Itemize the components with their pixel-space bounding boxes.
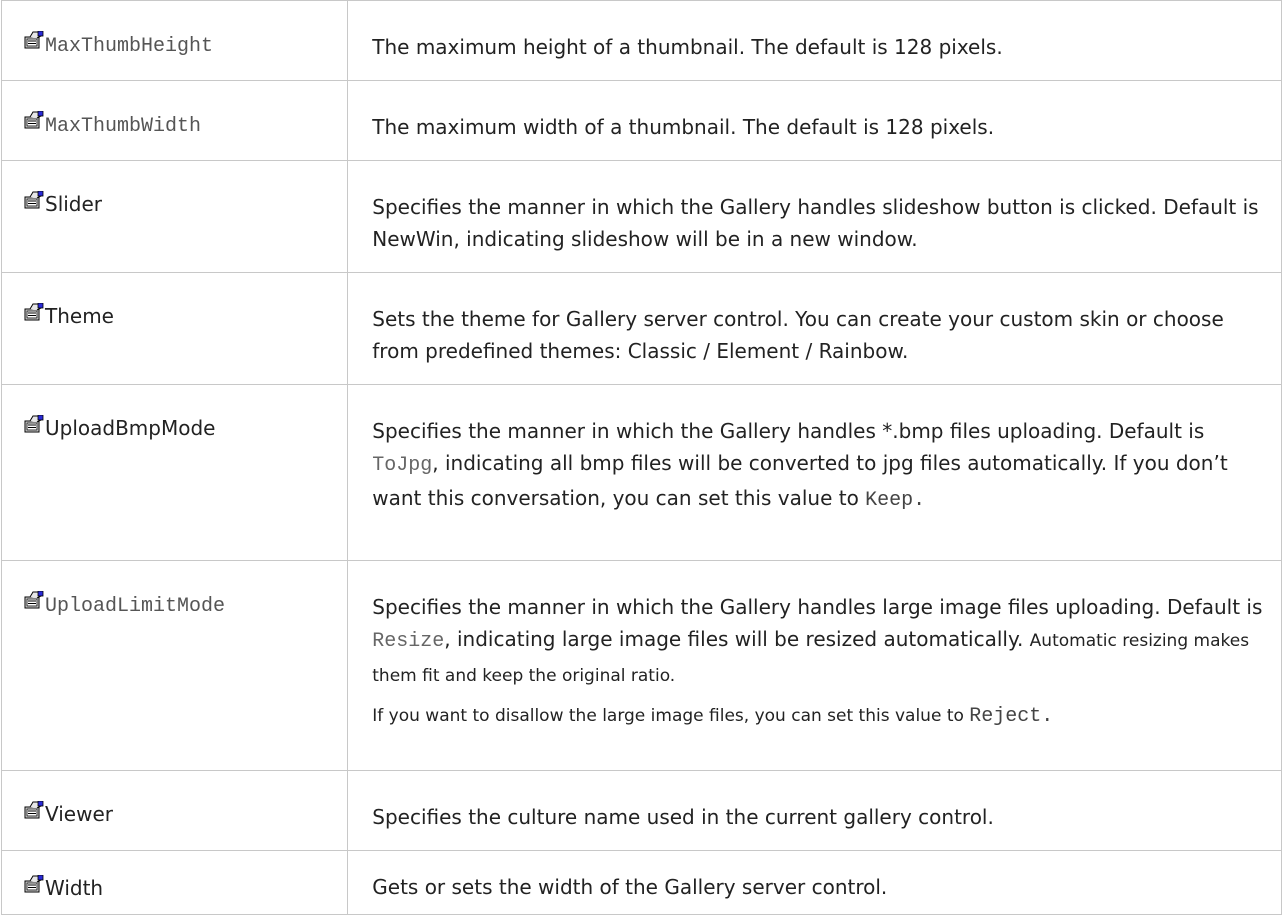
description-text: Sets the theme for Gallery server contro… (372, 307, 1224, 363)
table-row: Slider Specifies the manner in which the… (0, 160, 1282, 273)
code-value: Reject. (969, 705, 1054, 728)
property-description: Gets or sets the width of the Gallery se… (347, 850, 1282, 915)
properties-table: MaxThumbHeight The maximum height of a t… (0, 0, 1282, 915)
code-value: Resize (372, 630, 445, 653)
description-text: The maximum height of a thumbnail. The d… (372, 35, 1003, 59)
property-description: The maximum width of a thumbnail. The de… (347, 80, 1282, 161)
table-row: Width Gets or sets the width of the Gall… (0, 850, 1282, 915)
property-name: Viewer (45, 802, 113, 826)
property-icon (24, 415, 44, 433)
table-row: MaxThumbWidth The maximum width of a thu… (0, 80, 1282, 161)
property-icon (24, 31, 44, 49)
property-name: MaxThumbWidth (45, 115, 202, 138)
property-name: Theme (45, 304, 114, 328)
table-row: MaxThumbHeight The maximum height of a t… (0, 0, 1282, 81)
description-text: The maximum width of a thumbnail. The de… (372, 115, 995, 139)
table-row: UploadBmpMode Specifies the manner in wh… (0, 384, 1282, 561)
property-name-cell: Theme (0, 272, 349, 385)
property-description: Specifies the manner in which the Galler… (347, 160, 1282, 273)
description-text: Gets or sets the width of the Gallery se… (372, 875, 888, 899)
property-icon (24, 875, 44, 893)
property-icon (24, 191, 44, 209)
description-note: If you want to disallow the large image … (372, 706, 1269, 727)
description-text: Specifies the manner in which the Galler… (372, 195, 1259, 251)
note-text: If you want to disallow the large image … (372, 706, 970, 726)
property-icon (24, 801, 44, 819)
property-name-cell: MaxThumbHeight (0, 0, 349, 81)
property-name: MaxThumbHeight (45, 35, 214, 58)
property-name: UploadLimitMode (45, 595, 226, 618)
code-value: Keep. (865, 489, 926, 512)
property-description: Specifies the culture name used in the c… (347, 770, 1282, 851)
property-description: Sets the theme for Gallery server contro… (347, 272, 1282, 385)
property-name-cell: UploadBmpMode (0, 384, 349, 561)
description-text: , indicating all bmp files will be conve… (372, 451, 1228, 510)
property-name-cell: Width (0, 850, 349, 915)
description-text: Specifies the manner in which the Galler… (372, 595, 1263, 619)
property-icon (24, 591, 44, 609)
property-description: Specifies the manner in which the Galler… (347, 560, 1282, 771)
property-name-cell: Viewer (0, 770, 349, 851)
property-icon (24, 111, 44, 129)
property-description: Specifies the manner in which the Galler… (347, 384, 1282, 561)
description-text: , indicating large image files will be r… (444, 627, 1030, 651)
property-name-cell: UploadLimitMode (0, 560, 349, 771)
code-value: ToJpg (372, 454, 433, 477)
property-name-cell: Slider (0, 160, 349, 273)
property-name-cell: MaxThumbWidth (0, 80, 349, 161)
property-name: UploadBmpMode (45, 416, 216, 440)
table-row: Viewer Specifies the culture name used i… (0, 770, 1282, 851)
description-text: Specifies the manner in which the Galler… (372, 419, 1205, 443)
property-description: The maximum height of a thumbnail. The d… (347, 0, 1282, 81)
table-row: Theme Sets the theme for Gallery server … (0, 272, 1282, 385)
description-text: Specifies the culture name used in the c… (372, 805, 994, 829)
property-name: Slider (45, 192, 103, 216)
property-icon (24, 303, 44, 321)
table-row: UploadLimitMode Specifies the manner in … (0, 560, 1282, 771)
property-name: Width (45, 876, 104, 900)
